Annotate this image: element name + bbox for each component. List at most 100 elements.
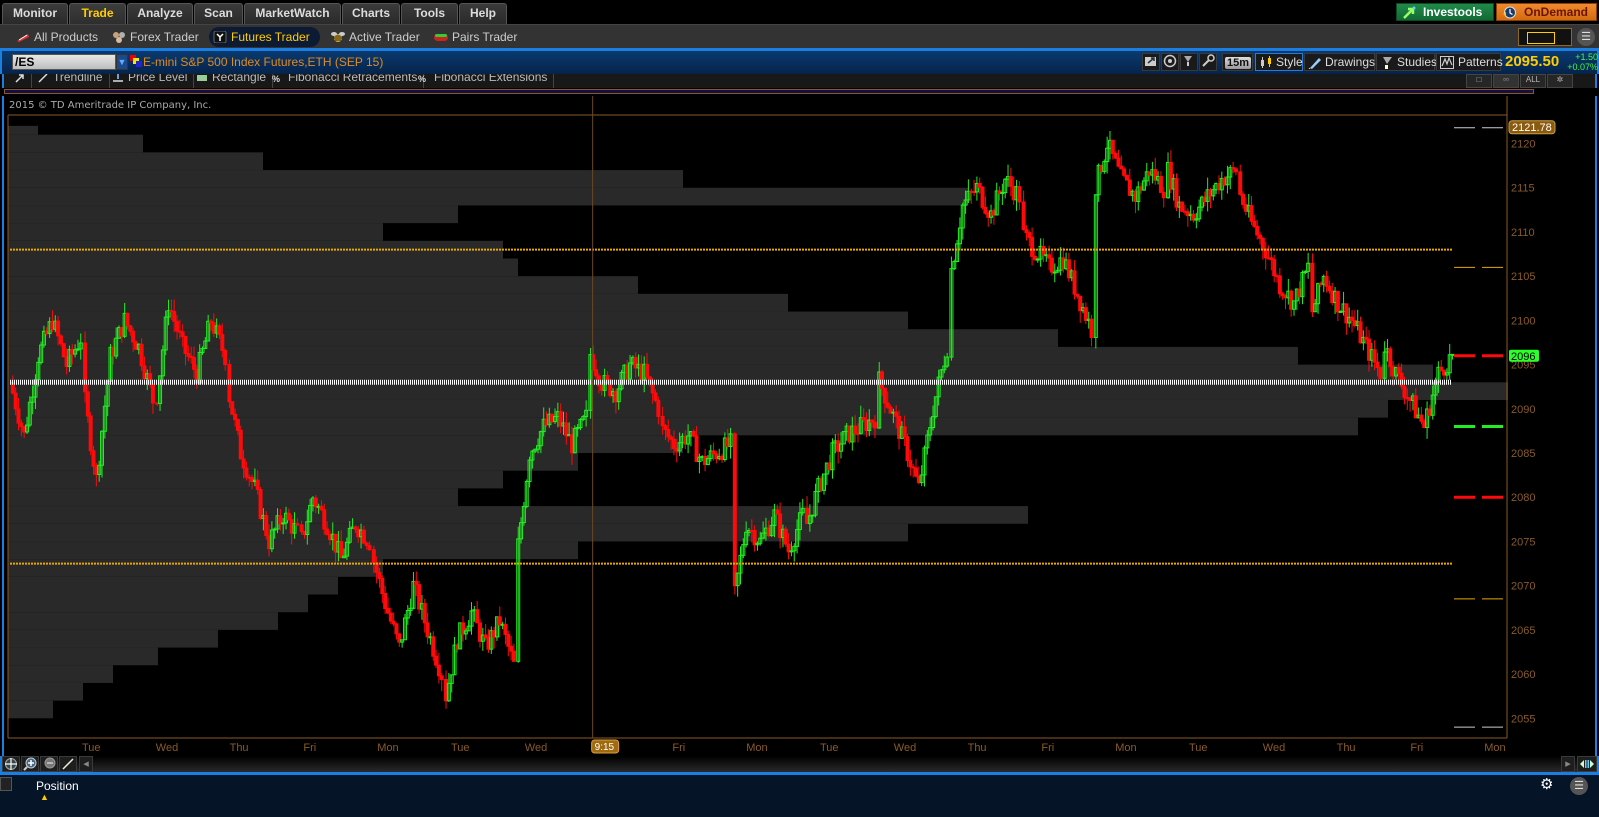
expand-chart-button[interactable] <box>1577 756 1597 772</box>
all-products-icon <box>17 34 29 42</box>
candle-body <box>1110 139 1115 155</box>
quick-studies-button[interactable] <box>1180 53 1198 71</box>
grid-view-button[interactable]: ▫▫ <box>1493 74 1519 88</box>
chart-settings-button[interactable] <box>1199 53 1217 71</box>
zoom-out-button[interactable] <box>40 756 58 772</box>
trade-sub-navigation: All Products Forex Trader Futures Trader… <box>0 24 1599 48</box>
candle-body <box>564 422 569 437</box>
candle-body <box>175 320 180 332</box>
sub-item-pairs-trader[interactable]: Pairs Trader <box>430 27 517 47</box>
rectangle-tool[interactable]: Rectangle <box>192 74 274 88</box>
tab-trade[interactable]: Trade <box>69 3 126 24</box>
candle-body <box>497 616 502 626</box>
tab-tools[interactable]: Tools <box>401 3 458 24</box>
price-level-tool[interactable]: Price Level <box>108 74 195 88</box>
tab-scan[interactable]: Scan <box>194 3 243 24</box>
tab-marketwatch[interactable]: MarketWatch <box>244 3 341 24</box>
drawings-button[interactable]: Drawings <box>1304 53 1375 71</box>
main-menu-button[interactable]: ☰ <box>1577 28 1595 46</box>
patterns-button[interactable]: Patterns <box>1436 53 1503 71</box>
candle-body <box>645 363 650 378</box>
drawing-line-button[interactable] <box>59 756 77 772</box>
candle-body <box>361 529 366 544</box>
line-icon <box>62 758 74 770</box>
scroll-right-button[interactable]: ▸ <box>1561 756 1575 772</box>
chart-sync-button[interactable] <box>1161 53 1179 71</box>
x-tick-label: Mon <box>1115 742 1136 754</box>
candle-body <box>377 571 382 579</box>
candle-body <box>255 479 260 491</box>
volume-profile-bar <box>8 559 383 577</box>
sub-item-futures-trader[interactable]: Futures Trader <box>209 27 320 47</box>
fibonacci-extensions-tool[interactable]: % Fibonacci Extensions <box>414 74 555 88</box>
investools-button[interactable]: Investools <box>1396 3 1494 21</box>
net-change-percent: +0.07% <box>1567 62 1598 72</box>
tab-analyze[interactable]: Analyze <box>127 3 193 24</box>
timeframe-button[interactable]: 15m <box>1222 53 1253 71</box>
candle-body <box>1049 257 1054 273</box>
volume-profile-bar <box>8 541 578 560</box>
layout-selector[interactable] <box>1518 28 1572 46</box>
zoom-in-button[interactable] <box>21 756 39 772</box>
sub-item-all-products[interactable]: All Products <box>12 27 98 47</box>
timeline-navigator[interactable] <box>2 88 1597 96</box>
volume-profile-bar <box>8 435 683 454</box>
candle-body <box>295 523 300 526</box>
sub-item-label: Futures Trader <box>231 30 310 44</box>
symbol-link-icon[interactable] <box>130 55 142 67</box>
candle-body <box>509 645 514 652</box>
trendline-tool[interactable]: Trendline <box>33 74 110 88</box>
all-view-button[interactable]: ALL <box>1520 74 1546 88</box>
x-tick-label: Wed <box>1263 742 1285 754</box>
crosshair-button[interactable] <box>2 756 20 772</box>
ondemand-button[interactable]: OnDemand <box>1496 3 1597 21</box>
fibonacci-retracements-tool[interactable]: % Fibonacci Retracements <box>268 74 425 88</box>
sub-item-forex-trader[interactable]: Forex Trader <box>108 27 199 47</box>
tab-monitor[interactable]: Monitor <box>2 3 68 24</box>
view-settings-button[interactable]: ✲ <box>1547 74 1573 88</box>
symbol-dropdown-button[interactable]: ▼ <box>116 54 128 70</box>
pointer-icon <box>15 74 24 83</box>
pointer-tool[interactable] <box>10 74 32 88</box>
tab-charts[interactable]: Charts <box>342 3 400 24</box>
y-tick-label: 2105 <box>1511 271 1535 283</box>
position-label[interactable]: Position <box>36 779 79 793</box>
candle-body <box>1116 157 1121 167</box>
gear-icon[interactable]: ⚙ <box>1540 777 1556 793</box>
wrench-icon <box>1202 54 1215 67</box>
chart-canvas[interactable]: 2055206020652070207520802085209020952100… <box>4 96 1595 756</box>
y-tick-label: 2065 <box>1511 625 1535 637</box>
price-chart[interactable]: 2055 2060 2065 2070 2075 2080 2085 2090 2095 2100… <box>2 96 1597 756</box>
candle-body <box>217 325 222 336</box>
tab-help[interactable]: Help <box>459 3 507 24</box>
scroll-left-button[interactable]: ◂ <box>79 756 93 772</box>
expand-up-icon[interactable]: ▲ <box>40 792 54 802</box>
candle-body <box>506 633 511 647</box>
candle-body <box>91 450 96 467</box>
candle-body <box>605 375 610 381</box>
volume-profile-bar <box>8 170 683 188</box>
sub-item-active-trader[interactable]: Active Trader <box>327 27 420 47</box>
instrument-description: E-mini S&P 500 Index Futures,ETH (SEP 15… <box>143 55 384 69</box>
sub-item-label: Pairs Trader <box>452 30 518 44</box>
tool-label: Rectangle <box>212 74 267 84</box>
candle-body <box>422 603 427 624</box>
candle-body <box>983 206 988 214</box>
candle-body <box>1047 254 1052 259</box>
volume-profile-bar <box>8 223 383 241</box>
timeline-range-bar[interactable] <box>4 89 1534 94</box>
candle-body <box>1161 191 1166 199</box>
forex-icon <box>113 32 125 43</box>
candle-body <box>905 436 910 462</box>
candle-body <box>977 182 982 188</box>
candle-body <box>85 391 90 417</box>
zoom-in-icon <box>23 757 37 771</box>
share-chart-button[interactable] <box>1142 53 1160 71</box>
symbol-input[interactable] <box>12 54 116 70</box>
position-collapse-button[interactable] <box>0 777 12 791</box>
single-view-button[interactable]: □ <box>1466 74 1492 88</box>
style-button[interactable]: Style <box>1255 53 1303 71</box>
studies-button[interactable]: Studies <box>1376 53 1437 71</box>
candle-body <box>394 623 399 635</box>
position-menu-button[interactable]: ☰ <box>1570 777 1588 795</box>
